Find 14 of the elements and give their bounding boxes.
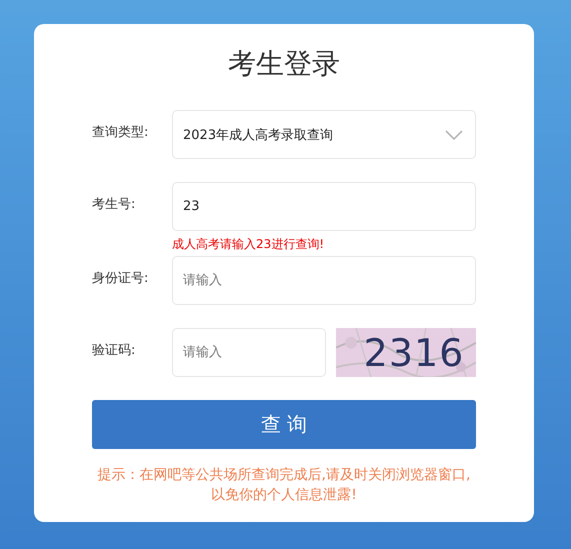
page-title: 考生登录 [227,46,341,82]
input-field[interactable]: 请输入 [172,256,476,305]
input-field[interactable]: 23 [172,182,476,231]
captcha-image[interactable]: 2316 [336,328,476,377]
field-label: 查询类型: [92,124,150,140]
query-button[interactable]: 查 询 [92,400,476,449]
field-label: 身份证号: [92,270,150,286]
tip-text: 提示：在网吧等公共场所查询完成后,请及时关闭浏览器窗口,以免你的个人信息泄露! [96,466,472,505]
captcha-input-field[interactable]: 请输入 [172,328,326,377]
error-message: 成人高考请输入23进行查询! [172,236,326,252]
query-type-select[interactable]: 2023年成人高考录取查询 [172,110,476,159]
field-label: 考生号: [92,196,136,212]
field-label: 验证码: [92,342,136,358]
chevron-down-icon [445,130,463,140]
